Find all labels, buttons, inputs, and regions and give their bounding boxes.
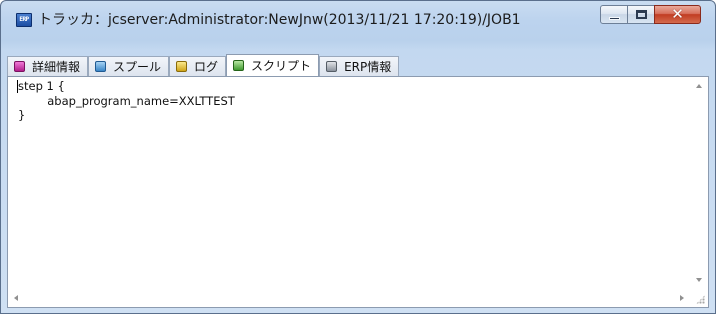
resize-grip-icon[interactable] (696, 295, 705, 304)
maximize-button[interactable] (627, 5, 655, 24)
tab-bar: 詳細情報 スプール ログ スクリプト ERP情報 (1, 50, 715, 76)
app-icon: ERP (16, 13, 32, 27)
script-text-area[interactable]: step 1 { abap_program_name=XXLTTEST} (7, 76, 709, 308)
scroll-right-arrow-icon[interactable] (680, 295, 684, 301)
script-line: step 1 { (18, 79, 65, 93)
tab-script[interactable]: スクリプト (226, 54, 320, 76)
script-line: abap_program_name=XXLTTEST (18, 93, 235, 108)
tab-label: ログ (194, 59, 219, 74)
tab-erp-info[interactable]: ERP情報 (319, 56, 400, 76)
blue-page-icon (95, 61, 107, 72)
tab-label: ERP情報 (344, 59, 392, 74)
text-caret (17, 80, 18, 93)
tab-spool[interactable]: スプール (88, 56, 170, 76)
horizontal-scrollbar[interactable] (8, 290, 691, 307)
tab-label: スプール (113, 59, 162, 74)
minimize-button[interactable] (600, 5, 628, 24)
tab-label: 詳細情報 (32, 59, 81, 74)
gray-page-icon (326, 61, 338, 72)
tab-label: スクリプト (251, 58, 312, 73)
tab-details[interactable]: 詳細情報 (7, 56, 89, 76)
yellow-page-icon (176, 61, 188, 72)
minimize-icon (609, 17, 620, 20)
resize-corner[interactable] (691, 290, 708, 307)
scroll-down-arrow-icon[interactable] (696, 278, 702, 282)
scroll-up-arrow-icon[interactable] (696, 84, 702, 88)
green-page-icon (233, 60, 245, 71)
tracker-window: ERP トラッカ：jcserver:Administrator:NewJnw(2… (0, 0, 716, 314)
script-content: step 1 { abap_program_name=XXLTTEST} (18, 79, 235, 123)
tab-log[interactable]: ログ (169, 56, 227, 76)
close-icon: ✕ (671, 5, 684, 23)
script-line: } (18, 108, 26, 122)
title-bar[interactable]: ERP トラッカ：jcserver:Administrator:NewJnw(2… (1, 1, 715, 50)
magenta-page-icon (14, 61, 25, 72)
vertical-scrollbar[interactable] (691, 77, 708, 290)
maximize-icon (636, 10, 647, 19)
close-button[interactable]: ✕ (654, 5, 701, 24)
scroll-left-arrow-icon[interactable] (14, 295, 18, 301)
window-title: トラッカ：jcserver:Administrator:NewJnw(2013/… (38, 12, 521, 28)
